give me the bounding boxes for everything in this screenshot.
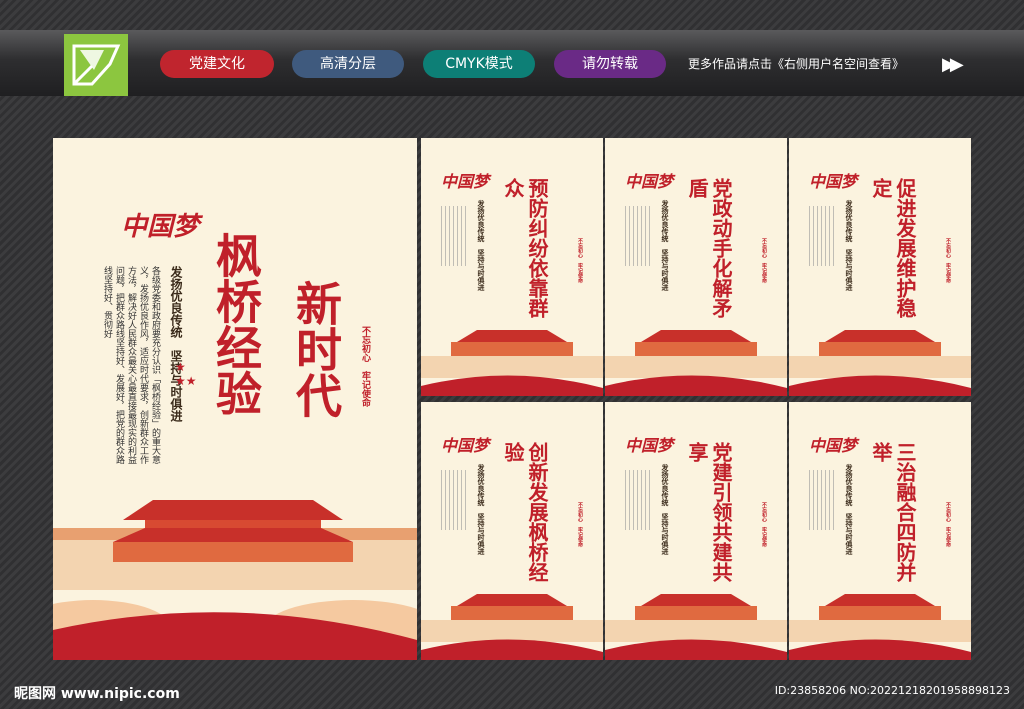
tiananmen-illustration (605, 594, 787, 660)
poster-6: 中国梦 三治融合四防并举 发扬优良传统 坚持与时俱进 不忘初心 牢记使命 (789, 402, 971, 660)
poster-seal: 不忘初心 牢记使命 (945, 238, 951, 283)
poster-3: 中国梦 促进发展维护稳定 发扬优良传统 坚持与时俱进 不忘初心 牢记使命 (789, 138, 971, 396)
tag-cmyk[interactable]: CMYK模式 (423, 50, 535, 78)
poster-seal: 不忘初心 牢记使命 (761, 238, 767, 283)
tag-hd-layers[interactable]: 高清分层 (292, 50, 404, 78)
poster-slogan: 发扬优良传统 坚持与时俱进 (477, 200, 486, 291)
poster-seal: 不忘初心 牢记使命 (577, 238, 583, 283)
main-poster: 中国梦 枫桥经验 新时代 发扬优良传统 坚持与时俱进 各级党委和政府要充分认识「… (53, 138, 417, 660)
dream-text: 中国梦 (121, 212, 200, 242)
dream-text: 中国梦 (441, 436, 490, 455)
main-subtitle: 新时代 (289, 280, 343, 418)
poster-4: 中国梦 创新发展枫桥经验 发扬优良传统 坚持与时俱进 不忘初心 牢记使命 (421, 402, 603, 660)
poster-seal: 不忘初心 牢记使命 (945, 502, 951, 547)
main-seal: 不忘初心 牢记使命 (360, 326, 370, 407)
tag-party-culture[interactable]: 党建文化 (160, 50, 274, 78)
poster-slogan: 发扬优良传统 坚持与时俱进 (661, 200, 670, 291)
poster-body-lines (809, 470, 835, 530)
dream-text: 中国梦 (809, 436, 858, 455)
more-works-link[interactable]: 更多作品请点击《右侧用户名空间查看》 (688, 55, 904, 72)
main-body-text: 各级党委和政府要充分认识「枫桥经验」的重大意义，发扬优良作风，适应时代要求，创新… (102, 266, 160, 464)
poster-slogan: 发扬优良传统 坚持与时俱进 (477, 464, 486, 555)
poster-body-lines (625, 206, 651, 266)
poster-title: 促进发展维护稳定 (869, 178, 917, 318)
pen-nib-icon (72, 44, 121, 86)
star-icon: ★ ★★ (175, 360, 197, 388)
image-id: ID:23858206 NO:20221218201958898123 (774, 684, 1010, 697)
poster-body-lines (441, 206, 467, 266)
tiananmen-illustration (421, 594, 603, 660)
poster-title: 创新发展枫桥经验 (501, 442, 549, 582)
poster-5: 中国梦 党建引领共建共享 发扬优良传统 坚持与时俱进 不忘初心 牢记使命 (605, 402, 787, 660)
poster-seal: 不忘初心 牢记使命 (761, 502, 767, 547)
poster-1: 中国梦 预防纠纷依靠群众 发扬优良传统 坚持与时俱进 不忘初心 牢记使命 (421, 138, 603, 396)
dream-text: 中国梦 (809, 172, 858, 191)
tiananmen-illustration (605, 330, 787, 396)
poster-body-lines (809, 206, 835, 266)
poster-slogan: 发扬优良传统 坚持与时俱进 (661, 464, 670, 555)
poster-title: 三治融合四防并举 (869, 442, 917, 582)
poster-slogan: 发扬优良传统 坚持与时俱进 (845, 464, 854, 555)
poster-2: 中国梦 党政动手化解矛盾 发扬优良传统 坚持与时俱进 不忘初心 牢记使命 (605, 138, 787, 396)
poster-body-lines (625, 470, 651, 530)
tiananmen-illustration (53, 500, 417, 660)
tiananmen-illustration (789, 594, 971, 660)
double-chevron-right-icon[interactable]: ▶▶ (942, 54, 964, 75)
dream-text: 中国梦 (625, 172, 674, 191)
poster-title: 预防纠纷依靠群众 (501, 178, 549, 318)
poster-slogan: 发扬优良传统 坚持与时俱进 (845, 200, 854, 291)
tiananmen-illustration (421, 330, 603, 396)
tiananmen-illustration (789, 330, 971, 396)
main-title: 枫桥经验 (209, 232, 263, 416)
poster-title: 党政动手化解矛盾 (685, 178, 733, 318)
poster-body-lines (441, 470, 467, 530)
tag-no-repost[interactable]: 请勿转载 (554, 50, 666, 78)
dream-text: 中国梦 (625, 436, 674, 455)
site-watermark: 昵图网 www.nipic.com (14, 686, 180, 702)
dream-text: 中国梦 (441, 172, 490, 191)
logo (64, 34, 128, 96)
poster-seal: 不忘初心 牢记使命 (577, 502, 583, 547)
poster-title: 党建引领共建共享 (685, 442, 733, 582)
